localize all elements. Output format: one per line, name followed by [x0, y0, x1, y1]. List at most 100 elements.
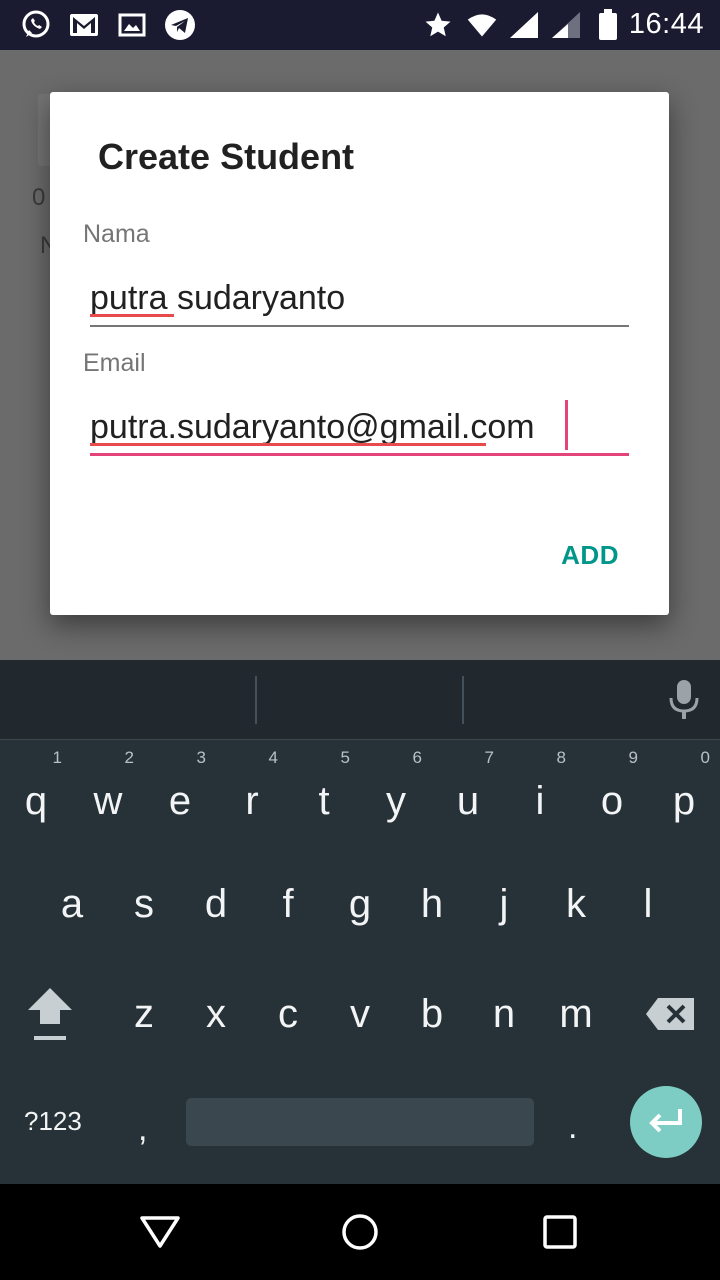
key-label: u: [456, 778, 480, 823]
key-q[interactable]: 1q: [0, 744, 72, 844]
suggestion-divider: [462, 676, 464, 724]
key-label: s: [134, 881, 154, 926]
key-label: p: [672, 778, 696, 823]
microphone-icon[interactable]: [662, 676, 706, 724]
dialog-title: Create Student: [98, 136, 355, 177]
enter-icon: [649, 1109, 682, 1133]
wifi-icon: [466, 9, 498, 41]
key-s[interactable]: s: [108, 854, 180, 954]
key-l[interactable]: l: [612, 854, 684, 954]
spellcheck-underline: [90, 443, 486, 446]
key-label: j: [499, 881, 509, 926]
back-icon[interactable]: [138, 1212, 182, 1252]
suggestion-divider: [255, 676, 257, 724]
key-t[interactable]: 5t: [288, 744, 360, 844]
key-label: e: [168, 778, 192, 823]
key-label: v: [350, 991, 370, 1036]
home-icon[interactable]: [338, 1212, 382, 1252]
key-label: d: [204, 881, 228, 926]
key-hint-2: 2: [124, 748, 134, 767]
enter-key[interactable]: [630, 1086, 702, 1158]
key-label: n: [492, 991, 516, 1036]
key-label: x: [206, 991, 226, 1036]
period-key[interactable]: .: [568, 1108, 577, 1147]
signal-icon: [550, 9, 582, 41]
key-label: f: [282, 881, 294, 926]
key-b[interactable]: b: [396, 964, 468, 1064]
recents-icon[interactable]: [538, 1212, 582, 1252]
key-c[interactable]: c: [252, 964, 324, 1064]
name-label: Nama: [83, 220, 150, 248]
email-input[interactable]: [90, 399, 629, 455]
space-key[interactable]: [186, 1098, 534, 1146]
key-hint-6: 6: [412, 748, 422, 767]
key-y[interactable]: 6y: [360, 744, 432, 844]
key-label: b: [420, 991, 444, 1036]
key-label: m: [559, 991, 593, 1036]
comma-key[interactable]: ,: [138, 1110, 147, 1149]
name-input[interactable]: [90, 270, 629, 326]
create-student-dialog: Create Student Nama Email ADD: [50, 92, 669, 615]
whatsapp-icon: [20, 9, 52, 41]
key-v[interactable]: v: [324, 964, 396, 1064]
key-label: a: [60, 881, 84, 926]
backspace-key[interactable]: [634, 964, 706, 1064]
key-label: y: [386, 778, 406, 823]
key-z[interactable]: z: [108, 964, 180, 1064]
gallery-icon: [116, 9, 148, 41]
key-m[interactable]: m: [540, 964, 612, 1064]
key-label: w: [93, 778, 123, 823]
signal-icon: [508, 9, 540, 41]
background-text: 0: [32, 184, 46, 211]
key-e[interactable]: 3e: [144, 744, 216, 844]
key-u[interactable]: 7u: [432, 744, 504, 844]
shift-key[interactable]: [14, 964, 86, 1064]
telegram-icon: [164, 9, 196, 41]
suggestion-bar: [0, 660, 720, 740]
key-label: g: [348, 881, 372, 926]
email-label: Email: [83, 349, 146, 377]
keyboard: 1q2w3e4r5t6y7u8i9o0p asdfghjkl zxcvbnm ?…: [0, 660, 720, 1184]
key-g[interactable]: g: [324, 854, 396, 954]
key-w[interactable]: 2w: [72, 744, 144, 844]
key-hint-0: 0: [700, 748, 710, 767]
symbols-key[interactable]: ?123: [24, 1106, 82, 1137]
key-label: c: [278, 991, 298, 1036]
key-hint-5: 5: [340, 748, 350, 767]
key-label: t: [318, 778, 330, 823]
key-x[interactable]: x: [180, 964, 252, 1064]
key-k[interactable]: k: [540, 854, 612, 954]
key-r[interactable]: 4r: [216, 744, 288, 844]
key-o[interactable]: 9o: [576, 744, 648, 844]
star-icon: [422, 9, 454, 41]
key-j[interactable]: j: [468, 854, 540, 954]
email-underline: [90, 453, 629, 456]
key-n[interactable]: n: [468, 964, 540, 1064]
add-button[interactable]: ADD: [561, 540, 619, 571]
key-label: l: [643, 881, 653, 926]
key-label: o: [600, 778, 624, 823]
battery-icon: [592, 9, 624, 41]
key-label: q: [24, 778, 48, 823]
key-hint-9: 9: [628, 748, 638, 767]
gmail-icon: [68, 9, 100, 41]
key-a[interactable]: a: [36, 854, 108, 954]
key-hint-7: 7: [484, 748, 494, 767]
spellcheck-underline: [90, 314, 174, 317]
key-hint-8: 8: [556, 748, 566, 767]
key-label: h: [420, 881, 444, 926]
text-cursor: [565, 400, 568, 450]
status-bar: 16:44: [0, 0, 720, 50]
navigation-bar: [0, 1184, 720, 1280]
key-label: r: [245, 778, 259, 823]
key-label: z: [134, 991, 154, 1036]
key-d[interactable]: d: [180, 854, 252, 954]
key-label: i: [535, 778, 545, 823]
status-time: 16:44: [628, 8, 704, 40]
key-h[interactable]: h: [396, 854, 468, 954]
key-i[interactable]: 8i: [504, 744, 576, 844]
key-p[interactable]: 0p: [648, 744, 720, 844]
key-f[interactable]: f: [252, 854, 324, 954]
name-underline: [90, 325, 629, 327]
key-hint-3: 3: [196, 748, 206, 767]
